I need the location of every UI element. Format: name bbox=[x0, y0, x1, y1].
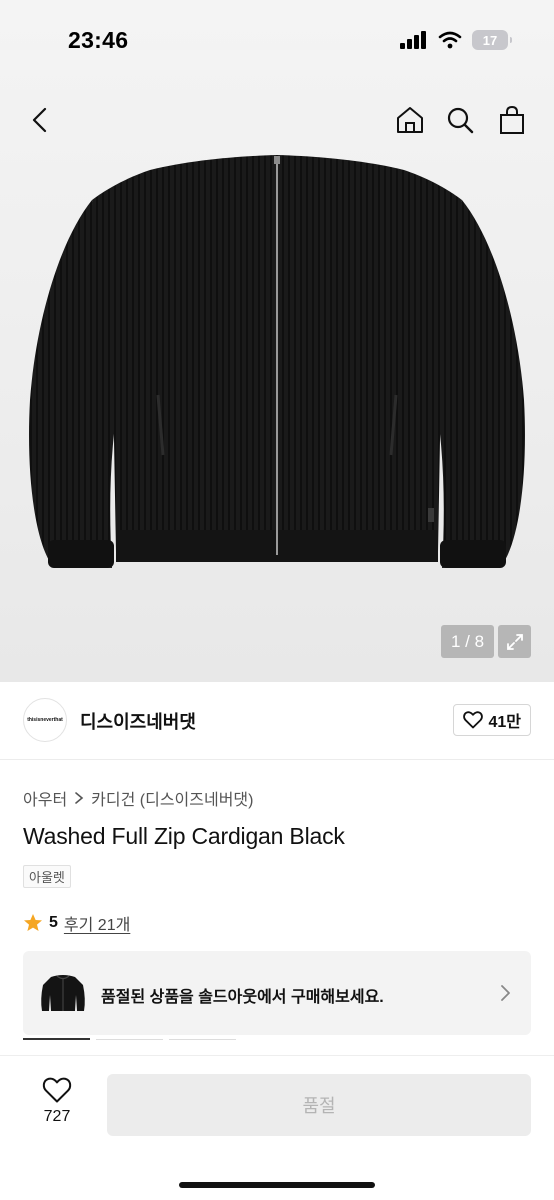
breadcrumb-subcategory[interactable]: 카디건 (디스이즈네버댓) bbox=[91, 786, 253, 810]
breadcrumb: 아우터 카디건 (디스이즈네버댓) bbox=[23, 786, 253, 810]
status-bar: 23:46 17 bbox=[0, 0, 554, 80]
back-button[interactable] bbox=[20, 100, 60, 140]
shopping-bag-icon bbox=[500, 105, 524, 134]
battery-icon: 17 bbox=[472, 30, 512, 50]
status-time: 23:46 bbox=[68, 27, 129, 53]
battery-level: 17 bbox=[482, 32, 498, 48]
soldout-banner-text: 품절된 상품을 솔드아웃에서 구매해보세요. bbox=[101, 989, 384, 1006]
rating-score: 5 bbox=[49, 914, 58, 931]
bottom-action-bar: 727 품절 bbox=[0, 1055, 554, 1200]
home-indicator bbox=[179, 1182, 375, 1188]
top-nav-bar bbox=[0, 92, 554, 148]
star-icon bbox=[24, 914, 42, 931]
search-button[interactable] bbox=[440, 100, 480, 140]
home-button[interactable] bbox=[390, 100, 430, 140]
search-icon bbox=[447, 107, 474, 134]
expand-image-button[interactable] bbox=[498, 625, 531, 658]
wishlist-count: 727 bbox=[43, 1108, 71, 1125]
rating-row: 5 후기 21개 bbox=[23, 911, 130, 935]
soldout-thumbnail bbox=[35, 965, 91, 1021]
brand-like-count: 41만 bbox=[488, 714, 521, 731]
image-counter: 1 / 8 bbox=[441, 625, 494, 658]
section-tabs bbox=[23, 1036, 236, 1040]
cart-button[interactable] bbox=[492, 100, 532, 140]
heart-icon bbox=[463, 711, 484, 729]
expand-icon bbox=[506, 633, 523, 650]
heart-icon bbox=[42, 1077, 72, 1103]
wifi-icon bbox=[438, 31, 462, 49]
chevron-right-icon bbox=[75, 792, 84, 804]
brand-logo-text: thisisneverthat bbox=[27, 717, 63, 723]
breadcrumb-category[interactable]: 아우터 bbox=[23, 786, 67, 810]
outlet-tag: 아울렛 bbox=[23, 865, 71, 888]
chevron-left-icon bbox=[32, 107, 47, 133]
soldout-banner[interactable]: 품절된 상품을 솔드아웃에서 구매해보세요. bbox=[23, 951, 531, 1035]
section-tab-2[interactable] bbox=[96, 1036, 163, 1040]
brand-logo[interactable]: thisisneverthat bbox=[23, 698, 67, 742]
brand-like-button[interactable]: 41만 bbox=[453, 704, 531, 736]
section-tab-3[interactable] bbox=[169, 1036, 236, 1040]
chevron-right-icon bbox=[501, 985, 510, 1001]
brand-row[interactable]: thisisneverthat 디스이즈네버댓 41만 bbox=[0, 682, 554, 760]
review-count-link[interactable]: 후기 21개 bbox=[64, 911, 130, 935]
home-icon bbox=[397, 107, 423, 133]
jacket-thumbnail-icon bbox=[41, 975, 85, 1011]
section-tab-1[interactable] bbox=[23, 1036, 90, 1040]
wishlist-button[interactable]: 727 bbox=[30, 1076, 84, 1126]
sold-out-button[interactable]: 품절 bbox=[107, 1074, 531, 1136]
product-title: Washed Full Zip Cardigan Black bbox=[23, 823, 345, 849]
signal-icon bbox=[400, 31, 426, 49]
brand-name[interactable]: 디스이즈네버댓 bbox=[80, 708, 196, 734]
